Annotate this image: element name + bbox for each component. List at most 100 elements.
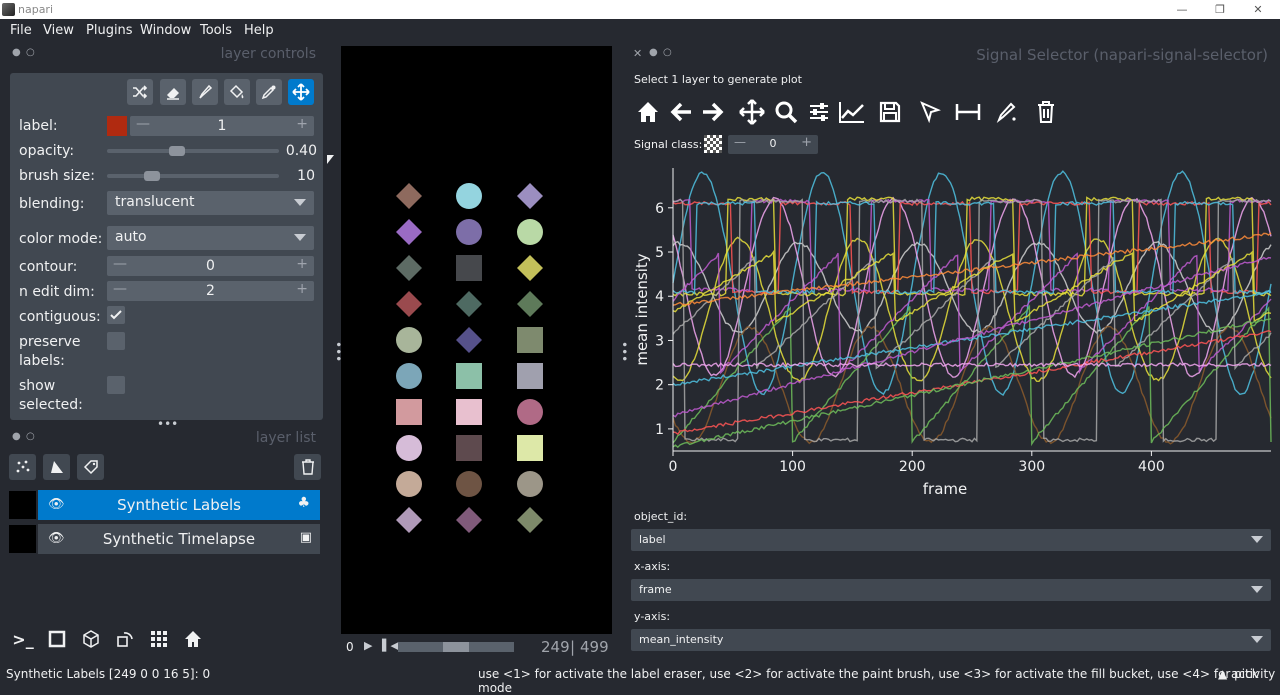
brush-size-slider[interactable] — [107, 171, 279, 181]
increment-icon[interactable]: + — [801, 135, 812, 150]
plot-zoom-button[interactable] — [771, 97, 801, 127]
label-object-23 — [517, 435, 543, 461]
contour-spinbox[interactable]: — 0 + — [107, 256, 314, 276]
chevron-down-icon — [294, 234, 306, 241]
menu-file[interactable]: File — [10, 23, 32, 38]
paint-brush-button[interactable] — [192, 79, 218, 105]
brush-size-slider-handle[interactable] — [144, 171, 161, 181]
plot-save-button[interactable] — [875, 97, 905, 127]
brush-size-value[interactable]: 10 — [297, 168, 315, 184]
image-icon: ▣ — [299, 530, 312, 545]
minimize-button[interactable]: — — [1164, 0, 1200, 19]
plot-span-button[interactable] — [953, 97, 983, 127]
magnifier-icon — [775, 101, 798, 124]
plot-annotate-button[interactable] — [992, 97, 1022, 127]
console-icon: >_ — [12, 629, 34, 649]
plot-select-button[interactable] — [915, 97, 945, 127]
object-id-dropdown[interactable]: label — [631, 529, 1271, 551]
increment-icon[interactable]: + — [296, 116, 308, 132]
viewer-canvas[interactable] — [341, 46, 612, 634]
signal-class-spinbox[interactable]: — 0 + — [728, 135, 818, 154]
step-icon[interactable]: ▌◀ — [382, 639, 399, 652]
menu-plugins[interactable]: Plugins — [86, 23, 133, 38]
x-axis-dropdown[interactable]: frame — [631, 579, 1271, 601]
maximize-button[interactable]: ❐ — [1202, 0, 1238, 19]
plot-pan-button[interactable] — [737, 97, 767, 127]
label-spinbox[interactable]: — 1 + — [130, 116, 314, 136]
layer-item-body[interactable]: 👁 Synthetic Timelapse ▣ — [38, 524, 320, 554]
total-frames: 499 — [580, 638, 609, 656]
plot-configure-button[interactable] — [804, 97, 834, 127]
opacity-slider-handle[interactable] — [169, 146, 186, 156]
status-bar: Synthetic Labels [249 0 0 16 5]: 0 use <… — [0, 664, 1280, 695]
ndisplay-button[interactable] — [43, 625, 71, 653]
plot-forward-button[interactable] — [698, 97, 728, 127]
close-dock-icon[interactable]: ○ — [26, 47, 35, 58]
color-mode-dropdown[interactable]: auto — [107, 226, 314, 250]
n-edit-dim-spinbox[interactable]: — 2 + — [107, 281, 314, 301]
menu-tools[interactable]: Tools — [200, 23, 232, 38]
menu-view[interactable]: View — [43, 23, 74, 38]
current-frame[interactable]: 249 — [541, 638, 570, 656]
plot-delete-button[interactable] — [1031, 97, 1061, 127]
home-button[interactable] — [179, 625, 207, 653]
opacity-label: opacity: — [19, 143, 75, 159]
move-arrows-icon — [739, 99, 765, 125]
float-dock-icon[interactable]: ● — [12, 47, 21, 58]
plot-back-button[interactable] — [666, 97, 696, 127]
plot-home-button[interactable] — [633, 97, 663, 127]
plot-axes-button[interactable] — [837, 97, 867, 127]
roll-dims-button[interactable] — [111, 625, 139, 653]
fill-bucket-button[interactable] — [224, 79, 250, 105]
layer-name[interactable]: Synthetic Labels — [38, 496, 320, 514]
label-object-29 — [517, 507, 543, 533]
frame-slider[interactable] — [398, 642, 514, 652]
close-dock-icon[interactable]: ○ — [26, 431, 35, 442]
layer-thumbnail — [9, 491, 36, 519]
delete-layer-button[interactable] — [294, 454, 321, 480]
opacity-value[interactable]: 0.40 — [286, 143, 317, 159]
menu-help[interactable]: Help — [244, 23, 274, 38]
y-tick-label: 6 — [655, 201, 664, 217]
activity-button[interactable]: ▲ activity — [1218, 667, 1275, 681]
opacity-slider[interactable] — [107, 146, 279, 156]
pan-zoom-button[interactable] — [288, 79, 314, 105]
shuffle-colors-button[interactable] — [127, 79, 153, 105]
new-points-layer-button[interactable] — [9, 454, 36, 480]
close-window-button[interactable]: ✕ — [1240, 0, 1276, 19]
layer-item-body[interactable]: 👁 Synthetic Labels ♣ — [38, 490, 320, 520]
toggle-3d-button[interactable] — [77, 625, 105, 653]
eraser-button[interactable] — [160, 79, 186, 105]
play-icon[interactable]: ▶ — [364, 639, 372, 652]
layer-name[interactable]: Synthetic Timelapse — [38, 530, 320, 548]
layer-item-synthetic-labels[interactable]: 👁 Synthetic Labels ♣ — [8, 490, 320, 520]
contiguous-checkbox[interactable] — [107, 306, 125, 324]
plot-area — [673, 168, 1271, 451]
float-dock-icon[interactable]: ● — [649, 47, 658, 58]
dims-axis-start: 0 — [346, 640, 354, 654]
label-object-5 — [517, 219, 543, 245]
grid-view-button[interactable] — [145, 625, 173, 653]
label-object-6 — [396, 255, 422, 281]
y-axis-dropdown[interactable]: mean_intensity — [631, 629, 1271, 651]
color-picker-button[interactable] — [256, 79, 282, 105]
show-selected-checkbox[interactable] — [107, 376, 125, 394]
increment-icon[interactable]: + — [296, 281, 308, 297]
new-shapes-layer-button[interactable] — [43, 454, 70, 480]
splitter-handle[interactable]: ••• — [331, 341, 345, 362]
frame-slider-handle[interactable] — [443, 642, 469, 652]
float-dock-icon[interactable]: ● — [12, 431, 21, 442]
close-dock-icon[interactable]: ✕ — [633, 47, 642, 60]
layer-item-synthetic-timelapse[interactable]: 👁 Synthetic Timelapse ▣ — [8, 524, 320, 554]
minimize-dock-icon[interactable]: ○ — [663, 47, 672, 58]
console-button[interactable]: >_ — [9, 625, 37, 653]
new-labels-layer-button[interactable] — [77, 454, 104, 480]
blending-dropdown[interactable]: translucent — [107, 191, 314, 215]
signal-plot[interactable]: 0 100 200 300 400 1 2 3 4 5 6 frame mean intensity — [625, 160, 1275, 505]
menu-window[interactable]: Window — [140, 23, 191, 38]
frame-separator: | — [570, 638, 576, 656]
cursor-arrow-icon — [920, 101, 941, 123]
preserve-labels-checkbox[interactable] — [107, 332, 125, 350]
increment-icon[interactable]: + — [296, 256, 308, 272]
label-object-24 — [396, 471, 422, 497]
